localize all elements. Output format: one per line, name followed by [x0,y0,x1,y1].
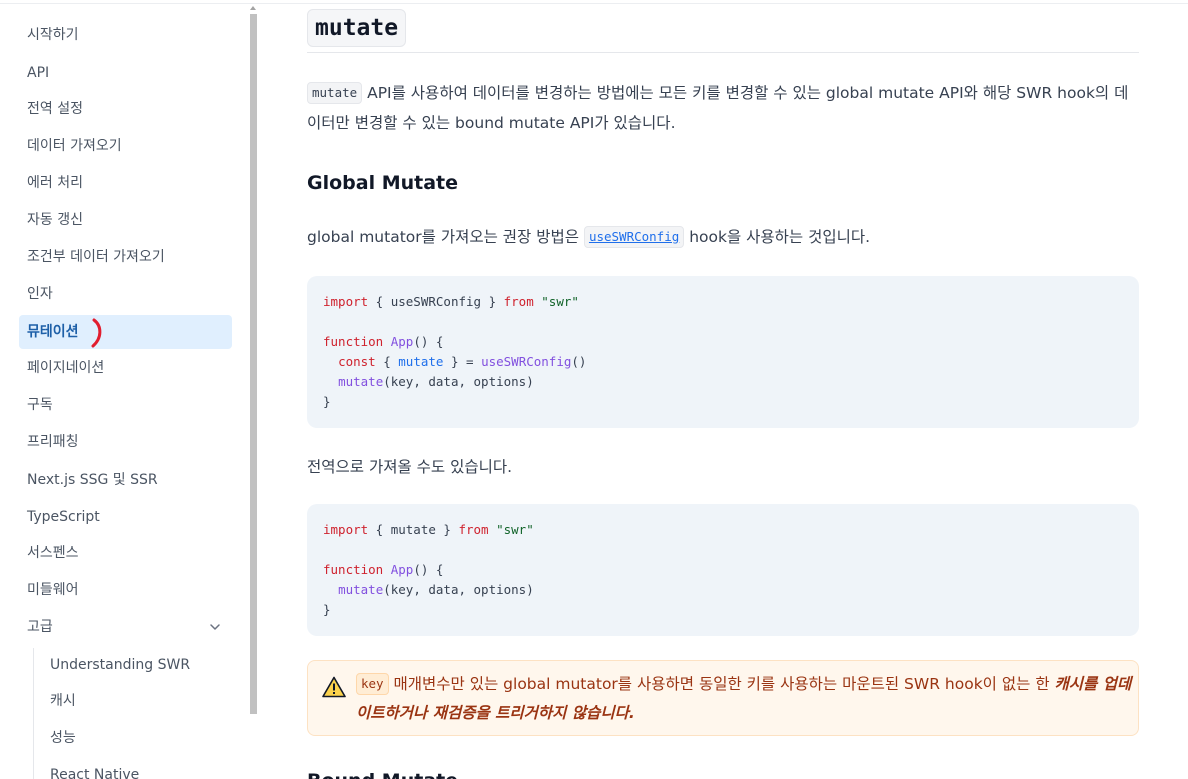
section-heading-global-mutate: Global Mutate [307,172,459,194]
sidebar-item-middleware[interactable]: 미들웨어 [19,573,232,607]
sidebar: 시작하기 API 전역 설정 데이터 가져오기 에러 처리 자동 갱신 조건부 … [0,0,262,779]
sidebar-item-suspense[interactable]: 서스펜스 [19,536,232,570]
sidebar-item-typescript[interactable]: TypeScript [19,500,232,534]
sidebar-subitem-performance[interactable]: 성능 [42,723,76,753]
code-line: mutate(key, data, options) [338,582,534,597]
code-block-global-mutate: import { mutate } from "swr" function Ap… [307,504,1139,636]
sidebar-item-pagination[interactable]: 페이지네이션 [19,351,232,385]
sidebar-item-subscription[interactable]: 구독 [19,388,232,422]
submenu-border [33,648,34,779]
code-line: } [323,394,331,409]
sidebar-subitem-cache[interactable]: 캐시 [42,686,76,716]
global-import-paragraph: 전역으로 가져올 수도 있습니다. [307,458,513,476]
inline-code-mutate: mutate [307,82,363,104]
code-line: function App() { [323,334,444,349]
sidebar-item-revalidation[interactable]: 자동 갱신 [19,203,232,237]
code-block-useswrconfig: import { useSWRConfig } from "swr" funct… [307,276,1139,428]
warning-body: 매개변수만 있는 global mutator를 사용하면 동일한 키를 사용하… [388,675,1055,693]
chevron-down-icon [210,624,220,630]
warning-icon [322,676,346,698]
warning-callout: key 매개변수만 있는 global mutator를 사용하면 동일한 키를… [307,660,1139,736]
sidebar-item-nextjs-ssg-ssr[interactable]: Next.js SSG 및 SSR [19,463,232,497]
page-title: mutate [307,9,407,47]
title-divider [307,52,1139,53]
sidebar-item-data-fetching[interactable]: 데이터 가져오기 [19,129,232,163]
sidebar-item-mutation[interactable]: 뮤테이션 [19,315,232,349]
sidebar-item-advanced-label: 고급 [27,619,53,635]
code-line: import { useSWRConfig } from "swr" [323,294,579,309]
sidebar-item-arguments[interactable]: 인자 [19,277,232,311]
global-para-before: global mutator를 가져오는 권장 방법은 [307,228,584,246]
sidebar-subitem-understanding-swr[interactable]: Understanding SWR [42,650,190,680]
sidebar-item-global-config[interactable]: 전역 설정 [19,92,232,126]
warning-text: key 매개변수만 있는 global mutator를 사용하면 동일한 키를… [356,670,1132,728]
code-line: const { mutate } = useSWRConfig() [338,354,587,369]
sidebar-subitem-react-native[interactable]: React Native [42,760,139,779]
code-line: mutate(key, data, options) [338,374,534,389]
global-para-after: hook을 사용하는 것입니다. [684,228,871,246]
useswrconfig-link[interactable]: useSWRConfig [583,226,685,248]
intro-paragraph: mutate API를 사용하여 데이터를 변경하는 방법에는 모든 키를 변경… [307,78,1139,138]
sidebar-item-error-handling[interactable]: 에러 처리 [19,166,232,200]
sidebar-item-getting-started[interactable]: 시작하기 [19,18,232,52]
scrollbar-up-arrow[interactable] [250,6,256,10]
inline-code-key: key [356,673,389,695]
sidebar-item-prefetching[interactable]: 프리패칭 [19,425,232,459]
section-heading-bound-mutate: Bound Mutate [307,770,458,779]
code-line: } [323,602,331,617]
sidebar-item-advanced[interactable]: 고급 [19,610,232,644]
intro-text: API를 사용하여 데이터를 변경하는 방법에는 모든 키를 변경할 수 있는 … [307,84,1129,132]
sidebar-item-conditional-fetching[interactable]: 조건부 데이터 가져오기 [19,240,232,274]
code-line: function App() { [323,562,444,577]
global-mutate-paragraph: global mutator를 가져오는 권장 방법은 useSWRConfig… [307,222,1139,252]
red-annotation-mark [91,318,102,348]
code-line: import { mutate } from "swr" [323,522,534,537]
sidebar-scrollbar-thumb[interactable] [250,14,257,714]
sidebar-item-api[interactable]: API [19,56,232,90]
